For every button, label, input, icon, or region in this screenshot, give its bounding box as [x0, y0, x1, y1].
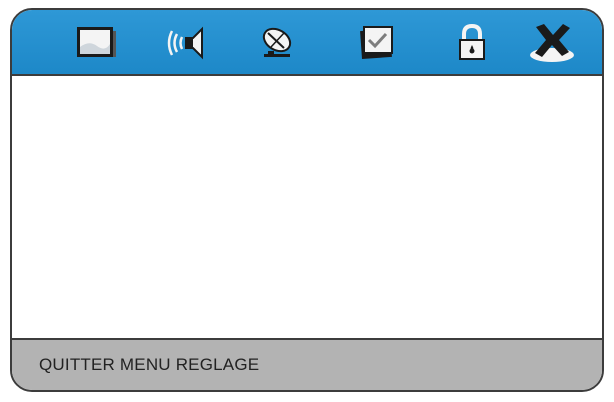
menu-icon-bar [12, 10, 602, 76]
status-text: QUITTER MENU REGLAGE [39, 355, 260, 374]
picture-icon[interactable] [71, 19, 123, 67]
menu-content-area [12, 76, 602, 340]
osd-menu-window: QUITTER MENU REGLAGE [10, 8, 604, 392]
sound-icon[interactable] [160, 19, 212, 67]
settings-checklist-icon[interactable] [350, 19, 402, 67]
satellite-dish-icon[interactable] [252, 19, 304, 67]
status-bar: QUITTER MENU REGLAGE [12, 338, 602, 390]
lock-icon[interactable] [446, 19, 498, 67]
exit-icon[interactable] [526, 19, 578, 67]
